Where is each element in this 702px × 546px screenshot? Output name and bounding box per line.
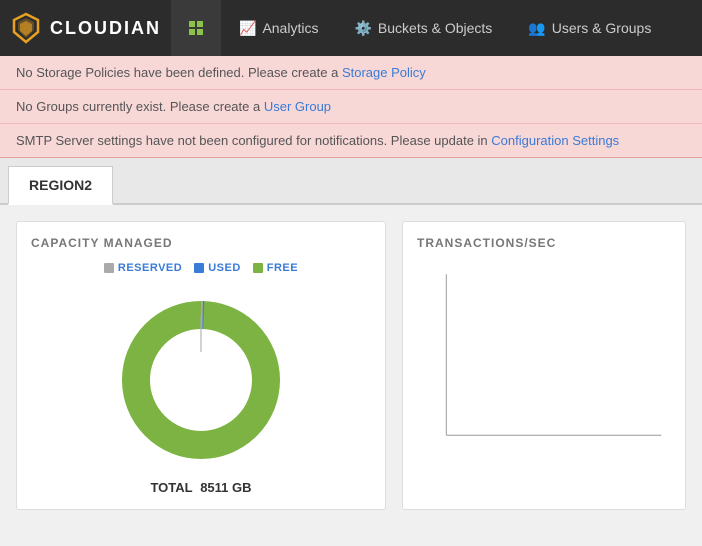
reserved-dot <box>104 263 114 273</box>
alert-storage-policy: No Storage Policies have been defined. P… <box>0 56 702 90</box>
cloudian-logo-icon <box>10 12 42 44</box>
total-label: TOTAL 8511 GB <box>31 480 371 495</box>
grid-icon <box>189 21 203 35</box>
alert-group-text-before: No Groups currently exist. Please create… <box>16 99 264 114</box>
transactions-chart <box>417 262 671 462</box>
nav-menu: 📈 Analytics ⚙️ Buckets & Objects 👥 Users… <box>171 0 692 56</box>
nav-users-label: Users & Groups <box>552 20 652 36</box>
nav-item-analytics[interactable]: 📈 Analytics <box>221 0 336 56</box>
app-header: CLOUDIAN 📈 Analytics ⚙️ Buckets & Object… <box>0 0 702 56</box>
capacity-legend: RESERVED USED FREE <box>31 262 371 274</box>
capacity-card: CAPACITY MANAGED RESERVED USED FREE <box>16 221 386 510</box>
total-text: TOTAL <box>150 480 192 495</box>
nav-item-buckets[interactable]: ⚙️ Buckets & Objects <box>336 0 510 56</box>
user-group-link[interactable]: User Group <box>264 99 331 114</box>
free-dot <box>253 263 263 273</box>
used-dot <box>194 263 204 273</box>
tab-region2[interactable]: REGION2 <box>8 166 113 205</box>
analytics-icon: 📈 <box>239 20 256 37</box>
alert-user-group: No Groups currently exist. Please create… <box>0 90 702 124</box>
users-icon: 👥 <box>528 20 545 37</box>
transactions-chart-svg <box>417 262 671 462</box>
used-label: USED <box>208 262 241 274</box>
capacity-title: CAPACITY MANAGED <box>31 236 371 250</box>
alert-smtp: SMTP Server settings have not been confi… <box>0 124 702 157</box>
main-content: CAPACITY MANAGED RESERVED USED FREE <box>0 205 702 526</box>
alert-smtp-text-before: SMTP Server settings have not been confi… <box>16 133 491 148</box>
legend-used: USED <box>194 262 241 274</box>
donut-chart <box>111 290 291 470</box>
buckets-icon: ⚙️ <box>354 20 371 37</box>
donut-chart-area <box>31 290 371 470</box>
nav-analytics-label: Analytics <box>262 20 318 36</box>
configuration-settings-link[interactable]: Configuration Settings <box>491 133 619 148</box>
transactions-title: TRANSACTIONS/SEC <box>417 236 671 250</box>
alert-storage-text-before: No Storage Policies have been defined. P… <box>16 65 342 80</box>
legend-free: FREE <box>253 262 298 274</box>
tabs-area: REGION2 <box>0 158 702 205</box>
reserved-label: RESERVED <box>118 262 182 274</box>
logo-area: CLOUDIAN <box>10 12 161 44</box>
free-label: FREE <box>267 262 298 274</box>
nav-item-dashboard[interactable] <box>171 0 221 56</box>
alerts-area: No Storage Policies have been defined. P… <box>0 56 702 158</box>
legend-reserved: RESERVED <box>104 262 182 274</box>
total-value: 8511 GB <box>200 480 251 495</box>
storage-policy-link[interactable]: Storage Policy <box>342 65 426 80</box>
logo-text: CLOUDIAN <box>50 18 161 39</box>
nav-item-users[interactable]: 👥 Users & Groups <box>510 0 669 56</box>
nav-buckets-label: Buckets & Objects <box>378 20 492 36</box>
transactions-card: TRANSACTIONS/SEC <box>402 221 686 510</box>
